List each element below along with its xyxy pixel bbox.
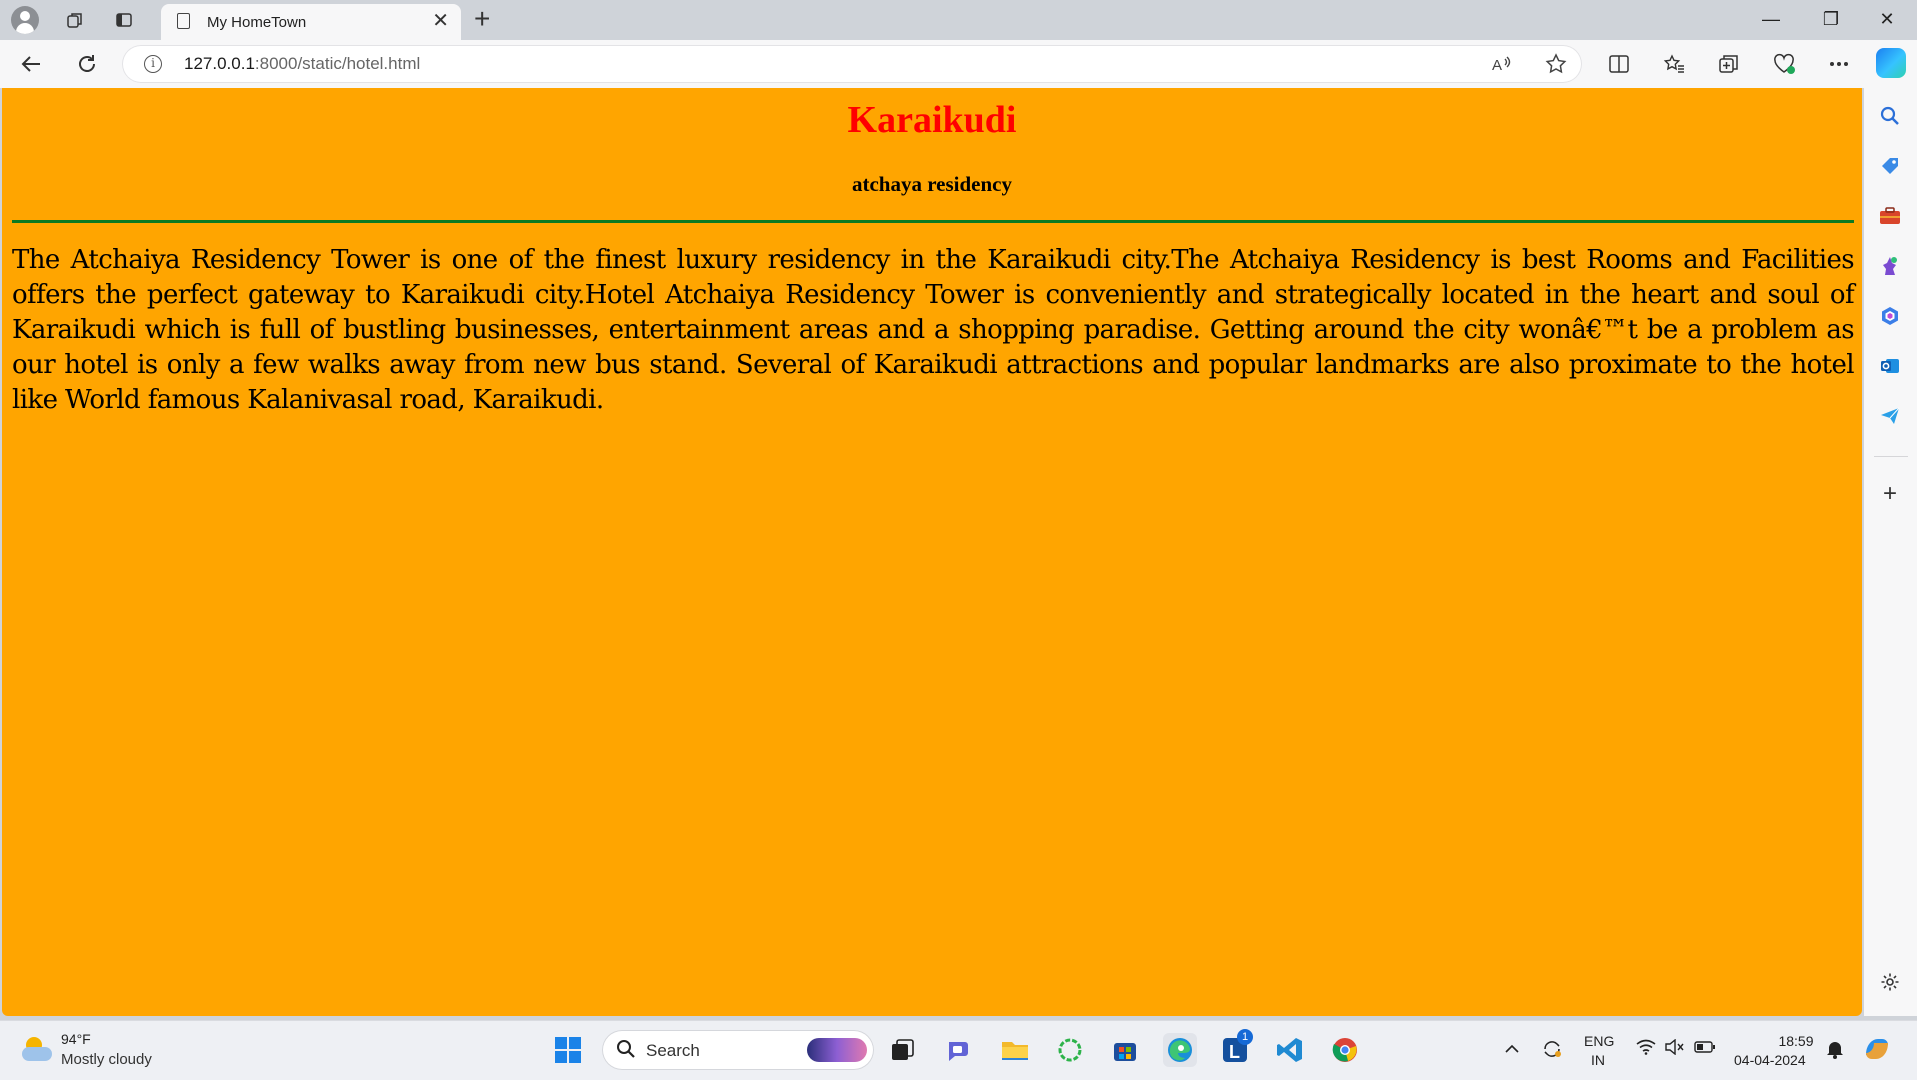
add-icon[interactable]: + <box>1876 480 1904 508</box>
app-icon[interactable] <box>1053 1033 1087 1067</box>
page-description: The Atchaiya Residency Tower is one of t… <box>12 245 1855 415</box>
notification-badge: 1 <box>1237 1029 1253 1045</box>
split-screen-icon[interactable] <box>1603 49 1635 79</box>
new-tab-button[interactable]: + <box>474 4 490 34</box>
windows-start-icon[interactable] <box>551 1033 585 1067</box>
page-viewport: Karaikudi atchaya residency The Atchaiya… <box>2 88 1862 1016</box>
notification-icon[interactable] <box>1826 1039 1844 1064</box>
tab-my-hometown[interactable]: My HomeTown ✕ <box>161 4 461 40</box>
url-host: 127.0.0.1 <box>184 54 255 73</box>
browser-essentials-icon[interactable] <box>1768 49 1800 79</box>
refresh-icon[interactable] <box>71 49 103 79</box>
chevron-up-icon[interactable] <box>1504 1039 1520 1059</box>
minimize-button[interactable]: — <box>1748 4 1794 34</box>
wifi-icon[interactable] <box>1636 1039 1656 1060</box>
search-icon <box>616 1039 636 1065</box>
tab-actions-icon[interactable] <box>110 6 138 34</box>
weather-temperature[interactable]: 94°F <box>61 1031 91 1047</box>
read-aloud-icon[interactable]: A <box>1488 52 1516 76</box>
task-view-icon[interactable] <box>886 1033 920 1067</box>
close-window-button[interactable]: ✕ <box>1864 4 1910 34</box>
more-icon[interactable] <box>1823 49 1855 79</box>
search-icon[interactable] <box>1876 102 1904 130</box>
weather-description[interactable]: Mostly cloudy <box>61 1051 152 1068</box>
clock-date[interactable]: 04-04-2024 <box>1734 1052 1806 1068</box>
file-explorer-icon[interactable] <box>998 1033 1032 1067</box>
microsoft-365-icon[interactable] <box>1876 302 1904 330</box>
site-info-icon[interactable]: i <box>144 55 162 73</box>
search-placeholder: Search <box>646 1041 700 1060</box>
horizontal-rule <box>12 220 1854 223</box>
tools-icon[interactable] <box>1876 202 1904 230</box>
workspaces-icon[interactable] <box>61 6 89 34</box>
svg-text:A: A <box>1492 57 1502 74</box>
clock-time[interactable]: 18:59 <box>1776 1033 1816 1049</box>
mute-icon[interactable] <box>1665 1038 1685 1060</box>
restore-button[interactable]: ❐ <box>1808 4 1854 34</box>
chrome-icon[interactable] <box>1328 1033 1362 1067</box>
browser-toolbar: i 127.0.0.1:8000/static/hotel.html A <box>0 40 1917 88</box>
copilot-icon[interactable] <box>1876 48 1906 78</box>
taskbar: 94°F Mostly cloudy Search L 1 ENG IN 18:… <box>0 1020 1917 1080</box>
send-icon[interactable] <box>1876 402 1904 430</box>
battery-icon[interactable] <box>1694 1039 1716 1059</box>
back-icon[interactable] <box>15 49 47 79</box>
collections-icon[interactable] <box>1713 49 1745 79</box>
favorite-star-icon[interactable] <box>1542 52 1570 76</box>
language-indicator[interactable]: ENG <box>1584 1033 1614 1049</box>
page-subtitle: atchaya residency <box>851 172 1012 196</box>
sidebar-divider <box>1874 456 1908 457</box>
store-icon[interactable] <box>1108 1033 1142 1067</box>
address-bar[interactable]: i 127.0.0.1:8000/static/hotel.html A <box>122 45 1582 83</box>
teams-chat-icon[interactable] <box>942 1033 976 1067</box>
sync-icon[interactable] <box>1541 1039 1563 1064</box>
taskbar-search[interactable]: Search <box>602 1030 874 1070</box>
copilot-icon[interactable] <box>1862 1035 1892 1068</box>
page-icon <box>177 13 190 29</box>
language-region[interactable]: IN <box>1591 1052 1605 1068</box>
weather-icon[interactable] <box>20 1035 54 1065</box>
edge-sidebar: + <box>1864 88 1917 1016</box>
favorites-icon[interactable] <box>1658 49 1690 79</box>
url-path: :8000/static/hotel.html <box>254 54 421 73</box>
tab-title: My HomeTown <box>207 14 307 31</box>
close-tab-icon[interactable]: ✕ <box>432 10 449 32</box>
svg-text:L: L <box>1229 1042 1240 1062</box>
settings-icon[interactable] <box>1876 968 1904 996</box>
search-highlight-image <box>807 1038 867 1062</box>
profile-icon[interactable] <box>11 6 39 34</box>
title-bar: My HomeTown ✕ + — ❐ ✕ <box>0 0 1917 40</box>
shopping-tag-icon[interactable] <box>1876 152 1904 180</box>
page-title: Karaikudi <box>847 99 1017 141</box>
url-text[interactable]: 127.0.0.1:8000/static/hotel.html <box>184 54 420 74</box>
edge-icon[interactable] <box>1163 1033 1197 1067</box>
games-icon[interactable] <box>1876 252 1904 280</box>
vscode-icon[interactable] <box>1273 1033 1307 1067</box>
outlook-icon[interactable] <box>1876 352 1904 380</box>
